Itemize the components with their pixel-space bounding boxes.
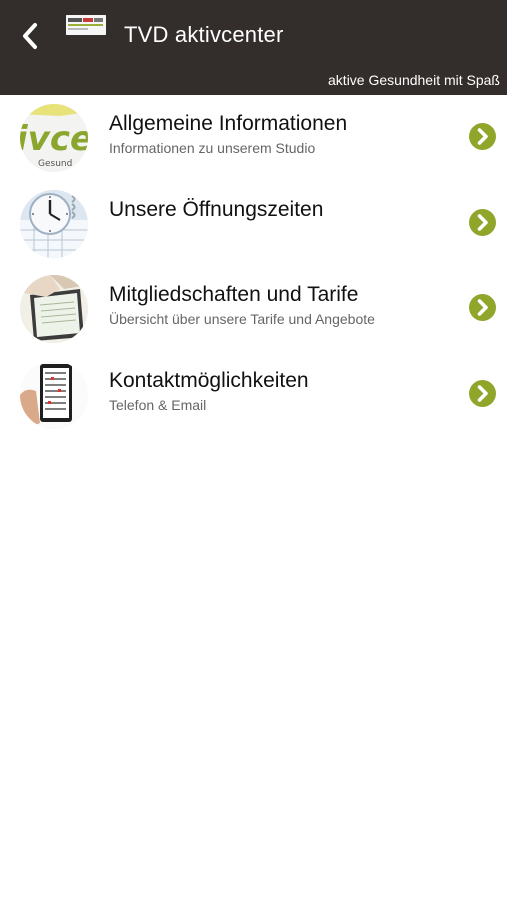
- list-item-title: Mitgliedschaften und Tarife: [109, 283, 359, 306]
- logo-thumbnail: ivce Gesund: [20, 104, 88, 172]
- list-item-subtitle: Übersicht über unsere Tarife und Angebot…: [109, 311, 375, 327]
- app-logo: [66, 15, 106, 35]
- tablet-document-thumbnail: [20, 275, 88, 343]
- menu-list: ivce Gesund Allgemeine Informationen Inf…: [0, 95, 507, 437]
- back-button[interactable]: [10, 14, 50, 58]
- list-item-memberships[interactable]: Mitgliedschaften und Tarife Übersicht üb…: [0, 266, 507, 352]
- list-item-opening-hours[interactable]: Unsere Öffnungszeiten: [0, 181, 507, 267]
- chevron-left-icon: [23, 23, 37, 49]
- list-item-title: Allgemeine Informationen: [109, 112, 348, 135]
- chevron-right-circle-icon[interactable]: [469, 208, 496, 236]
- chevron-right-circle-icon[interactable]: [469, 379, 496, 407]
- chevron-right-circle-icon[interactable]: [469, 123, 496, 150]
- list-item-general-info[interactable]: ivce Gesund Allgemeine Informationen Inf…: [0, 95, 507, 181]
- header-tagline: aktive Gesundheit mit Spaß: [328, 72, 500, 88]
- clock-calendar-thumbnail: [20, 189, 88, 258]
- svg-text:ivce: ivce: [20, 119, 88, 159]
- page-title: TVD aktivcenter: [124, 22, 284, 47]
- svg-text:Gesund: Gesund: [38, 159, 72, 169]
- list-item-title: Kontaktmöglichkeiten: [109, 368, 309, 392]
- list-item-subtitle: Informationen zu unserem Studio: [109, 140, 316, 156]
- list-item-subtitle: Telefon & Email: [109, 396, 207, 413]
- list-item-title: Unsere Öffnungszeiten: [109, 197, 324, 221]
- app-header: TVD aktivcenter aktive Gesundheit mit Sp…: [0, 0, 507, 95]
- contact-phone-thumbnail: [20, 360, 88, 429]
- list-item-contact[interactable]: Kontaktmöglichkeiten Telefon & Email: [0, 352, 507, 438]
- chevron-right-circle-icon[interactable]: [469, 294, 496, 321]
